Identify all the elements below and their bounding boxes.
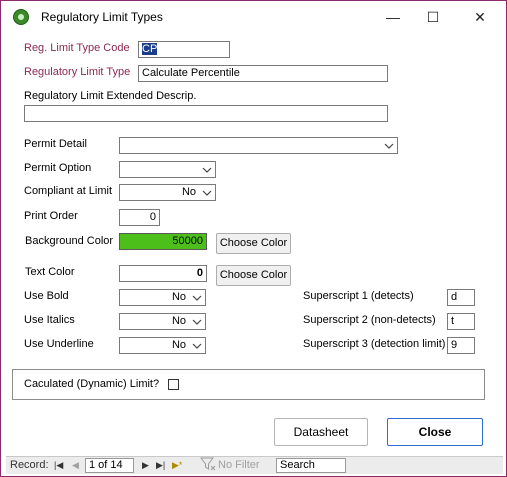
minimize-button[interactable]: — — [371, 5, 415, 29]
next-record-icon[interactable]: ▶ — [142, 460, 149, 471]
background-color-field[interactable]: 50000 — [119, 233, 207, 250]
window-title: Regulatory Limit Types — [41, 10, 163, 24]
current-record-field[interactable]: 1 of 14 — [85, 458, 134, 473]
use-bold-combo[interactable]: No — [119, 289, 206, 306]
permit-detail-label: Permit Detail — [24, 138, 87, 150]
last-record-icon[interactable]: ▶| — [156, 460, 165, 471]
use-italics-label: Use Italics — [24, 314, 75, 326]
close-button[interactable]: Close — [387, 418, 483, 446]
superscript2-label: Superscript 2 (non-detects) — [303, 314, 436, 326]
chevron-down-icon[interactable] — [189, 291, 204, 304]
filter-icon — [200, 457, 216, 474]
use-underline-value: No — [171, 339, 186, 351]
superscript2-field[interactable]: t — [447, 313, 475, 330]
previous-record-icon[interactable]: ◀ — [72, 460, 79, 471]
compliant-at-limit-combo[interactable]: No — [119, 184, 216, 201]
title-bar: Regulatory Limit Types — ☐ ✕ — [1, 1, 506, 33]
print-order-label: Print Order — [24, 210, 78, 222]
search-input[interactable]: Search — [276, 458, 346, 473]
use-italics-combo[interactable]: No — [119, 313, 206, 330]
superscript3-field[interactable]: 9 — [447, 337, 475, 354]
text-color-field[interactable]: 0 — [119, 265, 207, 282]
app-icon — [13, 9, 29, 25]
use-underline-label: Use Underline — [24, 338, 94, 350]
background-color-label: Background Color — [25, 235, 114, 247]
close-window-button[interactable]: ✕ — [458, 5, 502, 29]
permit-option-combo[interactable] — [119, 161, 216, 178]
record-label: Record: — [10, 459, 49, 471]
background-choose-color-button[interactable]: Choose Color — [216, 233, 291, 254]
first-record-icon[interactable]: |◀ — [54, 460, 63, 471]
maximize-button[interactable]: ☐ — [411, 5, 455, 29]
new-record-icon[interactable]: ▶* — [172, 460, 182, 471]
calculated-limit-checkbox[interactable] — [168, 379, 179, 390]
calculated-limit-label: Caculated (Dynamic) Limit? — [24, 378, 160, 390]
use-bold-value: No — [171, 291, 186, 303]
chevron-down-icon[interactable] — [189, 339, 204, 352]
permit-detail-combo[interactable] — [119, 137, 398, 154]
compliant-at-limit-value: No — [181, 186, 196, 198]
superscript1-field[interactable]: d — [447, 289, 475, 306]
extended-descrip-field[interactable] — [24, 105, 388, 122]
text-choose-color-button[interactable]: Choose Color — [216, 265, 291, 286]
reg-limit-type-code-field[interactable]: CP — [138, 41, 230, 58]
no-filter-button[interactable]: No Filter — [218, 459, 260, 471]
calculated-limit-frame: Caculated (Dynamic) Limit? — [12, 369, 485, 400]
regulatory-limit-type-field[interactable]: Calculate Percentile — [138, 65, 388, 82]
use-italics-value: No — [171, 315, 186, 327]
superscript3-label: Superscript 3 (detection limit) — [303, 338, 446, 350]
chevron-down-icon[interactable] — [199, 163, 214, 176]
compliant-at-limit-label: Compliant at Limit — [24, 185, 113, 197]
text-color-label: Text Color — [25, 266, 75, 278]
permit-option-label: Permit Option — [24, 162, 92, 174]
dialog-window: Regulatory Limit Types — ☐ ✕ Reg. Limit … — [0, 0, 507, 477]
datasheet-button[interactable]: Datasheet — [274, 418, 368, 446]
print-order-field[interactable]: 0 — [119, 209, 160, 226]
superscript1-label: Superscript 1 (detects) — [303, 290, 414, 302]
regulatory-limit-type-label: Regulatory Limit Type — [24, 66, 131, 78]
use-underline-combo[interactable]: No — [119, 337, 206, 354]
chevron-down-icon[interactable] — [381, 139, 396, 152]
chevron-down-icon[interactable] — [189, 315, 204, 328]
chevron-down-icon[interactable] — [199, 186, 214, 199]
reg-limit-type-code-value: CP — [142, 43, 158, 55]
extended-descrip-label: Regulatory Limit Extended Descrip. — [24, 90, 197, 102]
reg-limit-type-code-label: Reg. Limit Type Code — [24, 42, 130, 54]
record-navigation-bar: Record: |◀ ◀ 1 of 14 ▶ ▶| ▶* No Filter S… — [6, 456, 503, 474]
use-bold-label: Use Bold — [24, 290, 69, 302]
